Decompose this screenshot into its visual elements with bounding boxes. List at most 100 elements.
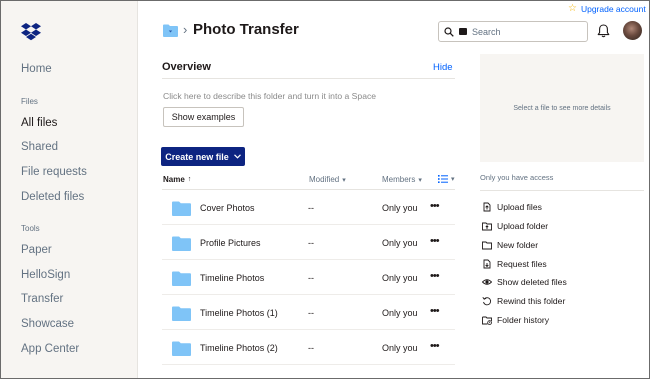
details-preview-panel: Select a file to see more details (480, 54, 644, 162)
sidebar-section-tools: Tools (21, 224, 40, 233)
request-files-action[interactable]: Request files (482, 259, 547, 269)
upload-files-label: Upload files (497, 202, 542, 212)
request-files-label: Request files (497, 259, 547, 269)
upgrade-account-link[interactable]: ☆ Upgrade account (568, 3, 646, 14)
column-header-modified[interactable]: Modified ▾ (309, 175, 346, 184)
eye-icon (482, 279, 492, 285)
file-name[interactable]: Timeline Photos (2) (200, 343, 278, 353)
search-input[interactable] (472, 26, 572, 37)
view-options-button[interactable]: ▾ (438, 175, 455, 183)
rewind-folder-label: Rewind this folder (497, 296, 566, 306)
overview-divider (162, 78, 455, 79)
sidebar-item-shared[interactable]: Shared (21, 141, 58, 153)
search-icon (444, 26, 454, 37)
sidebar-item-paper[interactable]: Paper (21, 244, 52, 256)
caret-down-icon: ▾ (451, 176, 455, 183)
breadcrumb-folder-icon[interactable] (163, 24, 178, 37)
sidebar-item-deleted-files[interactable]: Deleted files (21, 191, 84, 203)
column-header-modified-label: Modified (309, 175, 340, 184)
file-modified: -- (308, 308, 314, 318)
folder-history-action[interactable]: Folder history (482, 315, 549, 325)
folder-icon (172, 201, 191, 216)
file-members: Only you (382, 343, 418, 353)
page-title: Photo Transfer (193, 21, 299, 38)
folder-description-field[interactable]: Click here to describe this folder and t… (163, 91, 376, 101)
file-modified: -- (308, 203, 314, 213)
column-header-members-label: Members (382, 175, 416, 184)
upload-folder-action[interactable]: Upload folder (482, 221, 548, 231)
search-box[interactable] (438, 21, 588, 42)
star-icon: ☆ (568, 3, 577, 14)
show-examples-button[interactable]: Show examples (163, 107, 244, 127)
file-modified: -- (308, 273, 314, 283)
upload-files-icon (483, 202, 491, 212)
rewind-folder-action[interactable]: Rewind this folder (482, 296, 565, 306)
file-name[interactable]: Timeline Photos (1) (200, 308, 278, 318)
caret-down-icon: ▾ (342, 176, 346, 184)
file-name[interactable]: Profile Pictures (200, 238, 261, 248)
chevron-down-icon (233, 154, 241, 159)
more-options-icon[interactable]: ••• (430, 235, 440, 247)
hide-overview-link[interactable]: Hide (433, 62, 453, 73)
file-members: Only you (382, 308, 418, 318)
table-row[interactable]: Timeline Photos (1) -- Only you ••• (162, 295, 455, 330)
folder-icon (172, 271, 191, 286)
details-divider (480, 190, 644, 191)
folder-icon (172, 306, 191, 321)
sidebar-item-hellosign[interactable]: HelloSign (21, 269, 70, 281)
more-options-icon[interactable]: ••• (430, 340, 440, 352)
upload-folder-icon (482, 222, 492, 231)
breadcrumb-separator: › (183, 22, 188, 37)
sidebar-item-file-requests[interactable]: File requests (21, 166, 87, 178)
create-new-file-button[interactable]: Create new file (161, 147, 245, 166)
new-folder-action[interactable]: New folder (482, 240, 538, 250)
table-row[interactable]: Timeline Photos -- Only you ••• (162, 260, 455, 295)
user-avatar[interactable] (623, 21, 642, 40)
list-view-icon (438, 175, 448, 183)
details-preview-text: Select a file to see more details (513, 104, 611, 112)
access-info: Only you have access (480, 173, 554, 182)
file-members: Only you (382, 238, 418, 248)
sidebar-section-files: Files (21, 97, 38, 106)
column-header-name[interactable]: Name ↑ (163, 175, 191, 184)
upload-folder-label: Upload folder (497, 221, 549, 231)
sidebar-item-transfer[interactable]: Transfer (21, 293, 63, 305)
notification-bell-icon[interactable] (597, 24, 610, 38)
sidebar: Home Files All files Shared File request… (1, 1, 138, 378)
file-modified: -- (308, 238, 314, 248)
file-members: Only you (382, 203, 418, 213)
caret-down-icon: ▾ (418, 176, 422, 184)
new-folder-label: New folder (497, 240, 539, 250)
sidebar-item-showcase[interactable]: Showcase (21, 318, 74, 330)
table-row[interactable]: Cover Photos -- Only you ••• (162, 190, 455, 225)
more-options-icon[interactable]: ••• (430, 270, 440, 282)
sidebar-item-home[interactable]: Home (21, 63, 52, 75)
more-options-icon[interactable]: ••• (430, 200, 440, 212)
folder-history-icon (482, 316, 492, 325)
new-folder-icon (482, 241, 492, 250)
sidebar-item-all-files[interactable]: All files (21, 117, 57, 129)
request-files-icon (483, 259, 491, 269)
column-header-members[interactable]: Members ▾ (382, 175, 422, 184)
search-scope-folder-icon (459, 28, 467, 35)
table-row[interactable]: Timeline Photos (2) -- Only you ••• (162, 330, 455, 365)
rewind-icon (482, 296, 492, 306)
file-modified: -- (308, 343, 314, 353)
file-name[interactable]: Cover Photos (200, 203, 255, 213)
folder-icon (172, 341, 191, 356)
upload-files-action[interactable]: Upload files (482, 202, 542, 212)
create-new-file-label: Create new file (165, 151, 229, 162)
folder-history-label: Folder history (497, 315, 550, 325)
file-members: Only you (382, 273, 418, 283)
column-header-name-label: Name (163, 175, 185, 184)
file-name[interactable]: Timeline Photos (200, 273, 264, 283)
dropbox-logo-icon[interactable] (21, 23, 41, 41)
show-deleted-files-action[interactable]: Show deleted files (482, 277, 567, 287)
table-row[interactable]: Profile Pictures -- Only you ••• (162, 225, 455, 260)
more-options-icon[interactable]: ••• (430, 305, 440, 317)
show-deleted-files-label: Show deleted files (497, 277, 567, 287)
folder-icon (172, 236, 191, 251)
sidebar-item-app-center[interactable]: App Center (21, 343, 79, 355)
upgrade-account-label: Upgrade account (580, 3, 646, 14)
sort-ascending-icon: ↑ (187, 176, 192, 183)
